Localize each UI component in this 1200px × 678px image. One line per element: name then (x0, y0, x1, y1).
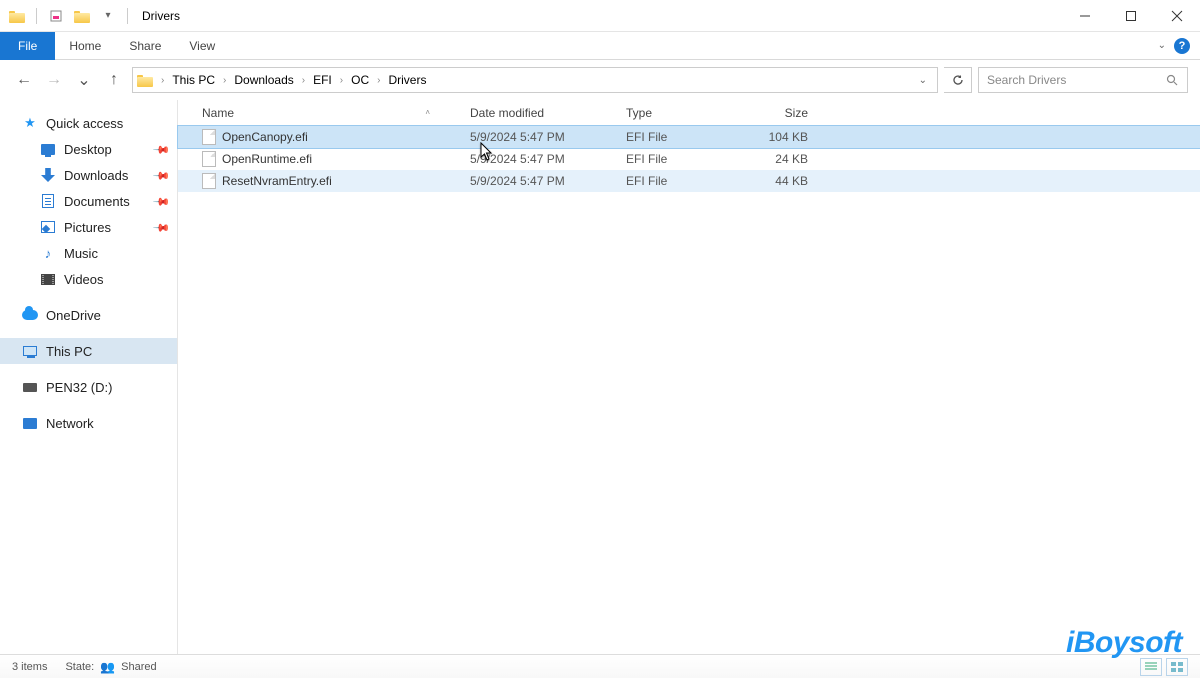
column-header-size[interactable]: Size (740, 106, 818, 120)
sidebar-item-this-pc[interactable]: This PC (0, 338, 177, 364)
file-size: 24 KB (740, 152, 818, 166)
star-icon: ★ (22, 115, 38, 131)
sidebar-item-pen32[interactable]: PEN32 (D:) (0, 374, 177, 400)
pin-icon: 📌 (152, 218, 170, 236)
status-item-count: 3 items (12, 661, 47, 673)
pin-icon: 📌 (152, 192, 170, 210)
sidebar-item-downloads[interactable]: Downloads 📌 (0, 162, 177, 188)
file-name: ResetNvramEntry.efi (222, 174, 332, 188)
column-header-type[interactable]: Type (616, 106, 740, 120)
sidebar-item-desktop[interactable]: Desktop 📌 (0, 136, 177, 162)
file-size: 104 KB (740, 130, 818, 144)
ribbon: File Home Share View ⌄ ? (0, 32, 1200, 60)
column-header-date[interactable]: Date modified (460, 106, 616, 120)
chevron-right-icon[interactable]: › (221, 75, 228, 86)
sort-indicator-icon: ˄ (425, 108, 430, 117)
cloud-icon (22, 307, 38, 323)
sidebar-item-documents[interactable]: Documents 📌 (0, 188, 177, 214)
file-type: EFI File (616, 152, 740, 166)
breadcrumb[interactable]: Downloads (230, 73, 297, 87)
back-button[interactable]: ← (12, 68, 36, 92)
chevron-right-icon[interactable]: › (338, 75, 345, 86)
refresh-button[interactable] (944, 67, 972, 93)
music-icon: ♪ (40, 245, 56, 261)
sidebar-item-pictures[interactable]: Pictures 📌 (0, 214, 177, 240)
column-headers: Name ˄ Date modified Type Size (178, 100, 1200, 126)
tab-share[interactable]: Share (115, 32, 175, 60)
file-icon (202, 173, 216, 189)
pc-icon (22, 343, 38, 359)
sidebar-item-network[interactable]: Network (0, 410, 177, 436)
ribbon-expand-icon[interactable]: ⌄ (1158, 40, 1166, 51)
minimize-button[interactable] (1062, 0, 1108, 32)
search-input[interactable]: Search Drivers (978, 67, 1188, 93)
breadcrumb[interactable]: OC (347, 73, 373, 87)
tab-view[interactable]: View (175, 32, 229, 60)
help-icon[interactable]: ? (1174, 38, 1190, 54)
file-tab[interactable]: File (0, 32, 55, 60)
sidebar-item-videos[interactable]: Videos (0, 266, 177, 292)
sidebar-item-music[interactable]: ♪ Music (0, 240, 177, 266)
window-title: Drivers (136, 9, 180, 23)
chevron-down-icon[interactable]: ⌄ (919, 75, 927, 86)
search-placeholder: Search Drivers (987, 73, 1066, 87)
qat-properties-icon[interactable] (45, 5, 67, 27)
file-name: OpenCanopy.efi (222, 130, 308, 144)
navigation-pane: ★ Quick access Desktop 📌 Downloads 📌 Doc… (0, 100, 178, 654)
separator (36, 8, 37, 24)
close-button[interactable] (1154, 0, 1200, 32)
tab-home[interactable]: Home (55, 32, 115, 60)
sidebar-item-quick-access[interactable]: ★ Quick access (0, 110, 177, 136)
up-button[interactable]: ↑ (102, 68, 126, 92)
file-type: EFI File (616, 174, 740, 188)
chevron-right-icon[interactable]: › (159, 75, 166, 86)
file-icon (202, 129, 216, 145)
address-bar[interactable]: › This PC › Downloads › EFI › OC › Drive… (132, 67, 938, 93)
navbar: ← → ⌄ ↑ › This PC › Downloads › EFI › OC… (0, 60, 1200, 100)
titlebar: ▾ Drivers (0, 0, 1200, 32)
breadcrumb[interactable]: EFI (309, 73, 336, 87)
file-date: 5/9/2024 5:47 PM (460, 152, 616, 166)
file-row[interactable]: OpenCanopy.efi 5/9/2024 5:47 PMEFI File10… (178, 126, 1200, 148)
search-icon (1166, 74, 1179, 87)
sidebar-item-onedrive[interactable]: OneDrive (0, 302, 177, 328)
view-details-button[interactable] (1140, 658, 1162, 676)
breadcrumb[interactable]: Drivers (384, 73, 430, 87)
separator (127, 8, 128, 24)
file-row[interactable]: OpenRuntime.efi 5/9/2024 5:47 PMEFI File2… (178, 148, 1200, 170)
network-icon (22, 415, 38, 431)
file-size: 44 KB (740, 174, 818, 188)
file-date: 5/9/2024 5:47 PM (460, 174, 616, 188)
status-state: State: 👥 Shared (65, 660, 156, 674)
desktop-icon (40, 141, 56, 157)
documents-icon (40, 193, 56, 209)
file-row[interactable]: ResetNvramEntry.efi 5/9/2024 5:47 PMEFI F… (178, 170, 1200, 192)
recent-locations-button[interactable]: ⌄ (72, 68, 96, 92)
file-type: EFI File (616, 130, 740, 144)
shared-icon: 👥 (100, 660, 115, 674)
pin-icon: 📌 (152, 166, 170, 184)
pin-icon: 📌 (152, 140, 170, 158)
qat-new-folder-icon[interactable] (71, 5, 93, 27)
column-header-name[interactable]: Name ˄ (192, 106, 460, 120)
folder-icon (6, 5, 28, 27)
downloads-icon (40, 167, 56, 183)
view-thumbnails-button[interactable] (1166, 658, 1188, 676)
breadcrumb[interactable]: This PC (168, 73, 219, 87)
videos-icon (40, 271, 56, 287)
chevron-right-icon[interactable]: › (300, 75, 307, 86)
file-list: Name ˄ Date modified Type Size OpenCanop… (178, 100, 1200, 654)
usb-drive-icon (22, 379, 38, 395)
forward-button[interactable]: → (42, 68, 66, 92)
qat-customize-icon[interactable]: ▾ (97, 5, 119, 27)
file-date: 5/9/2024 5:47 PM (460, 130, 616, 144)
file-name: OpenRuntime.efi (222, 152, 312, 166)
chevron-right-icon[interactable]: › (375, 75, 382, 86)
folder-icon (137, 73, 153, 87)
pictures-icon (40, 219, 56, 235)
statusbar: 3 items State: 👥 Shared (0, 654, 1200, 678)
maximize-button[interactable] (1108, 0, 1154, 32)
file-icon (202, 151, 216, 167)
